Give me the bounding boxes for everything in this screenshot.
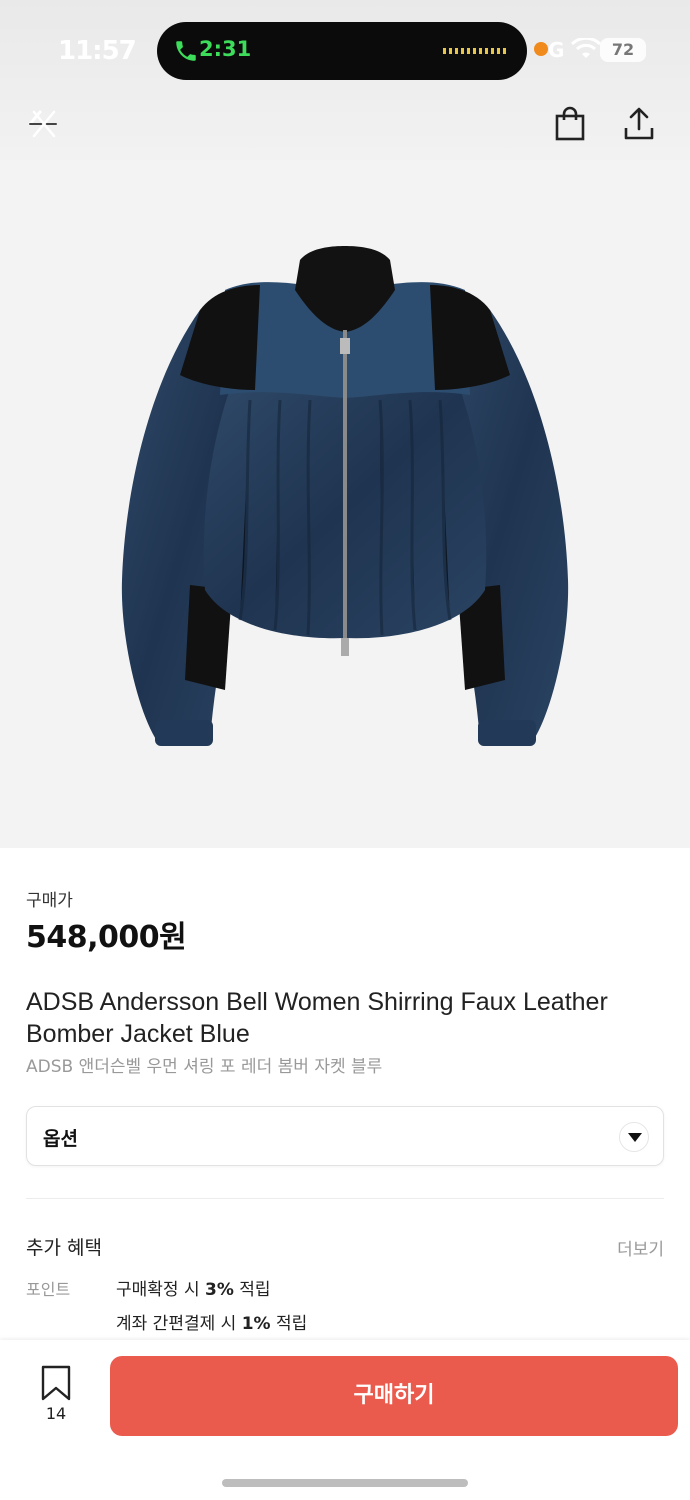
benefit-line-purchase: 구매확정 시 3% 적립 bbox=[116, 1275, 271, 1300]
product-subtitle: ADSB 앤더슨벨 우먼 셔링 포 레더 봄버 자켓 블루 bbox=[26, 1057, 383, 1077]
product-title: ADSB Andersson Bell Women Shirring Faux … bbox=[26, 988, 608, 1048]
benefit-rate: 1% bbox=[241, 1314, 271, 1334]
more-link[interactable]: 더보기 bbox=[617, 1235, 664, 1260]
back-arrow-icon bbox=[28, 110, 57, 138]
benefit-rate: 3% bbox=[205, 1280, 234, 1300]
call-duration: 2:31 bbox=[199, 37, 252, 61]
bookmark-count: 14 bbox=[45, 1404, 67, 1423]
wifi-icon bbox=[570, 38, 602, 58]
benefit-text: 적립 bbox=[270, 1314, 308, 1334]
share-button[interactable] bbox=[617, 102, 661, 146]
top-header: 11:57 2:31 G 72 bbox=[0, 0, 690, 160]
bottom-action-bar: 14 구매하기 bbox=[0, 1340, 690, 1500]
bookmark-icon bbox=[41, 1365, 71, 1401]
dynamic-island-call[interactable]: 2:31 bbox=[157, 22, 527, 80]
point-label: 포인트 bbox=[26, 1280, 71, 1299]
product-image[interactable] bbox=[0, 160, 690, 848]
status-indicators: G 72 bbox=[534, 36, 664, 66]
price-label: 구매가 bbox=[26, 891, 73, 911]
home-indicator[interactable] bbox=[222, 1479, 468, 1487]
option-select[interactable]: 옵션 bbox=[26, 1106, 664, 1166]
shopping-bag-icon bbox=[555, 106, 585, 141]
option-label: 옵션 bbox=[43, 1128, 78, 1150]
jacket-image bbox=[121, 246, 569, 746]
bookmark-button[interactable]: 14 bbox=[32, 1364, 80, 1434]
dropdown-arrow-icon bbox=[619, 1122, 649, 1152]
recording-dot-icon bbox=[534, 42, 548, 56]
product-price: 548,000원 bbox=[26, 920, 187, 955]
status-time: 11:57 bbox=[58, 36, 137, 66]
share-icon bbox=[624, 107, 654, 140]
audio-wave-icon bbox=[443, 48, 507, 54]
shopping-bag-button[interactable] bbox=[548, 102, 592, 146]
benefits-title: 추가 혜택 bbox=[26, 1237, 102, 1259]
benefit-text: 적립 bbox=[233, 1280, 271, 1300]
phone-icon bbox=[176, 41, 196, 61]
divider bbox=[26, 1198, 664, 1199]
benefit-line-account: 계좌 간편결제 시 1% 적립 bbox=[116, 1309, 307, 1334]
network-type: G bbox=[548, 38, 565, 62]
back-button[interactable] bbox=[22, 102, 66, 146]
battery-indicator: 72 bbox=[600, 38, 646, 62]
benefit-text: 구매확정 시 bbox=[116, 1280, 206, 1300]
buy-button[interactable]: 구매하기 bbox=[110, 1356, 678, 1436]
benefit-text: 계좌 간편결제 시 bbox=[116, 1314, 242, 1334]
